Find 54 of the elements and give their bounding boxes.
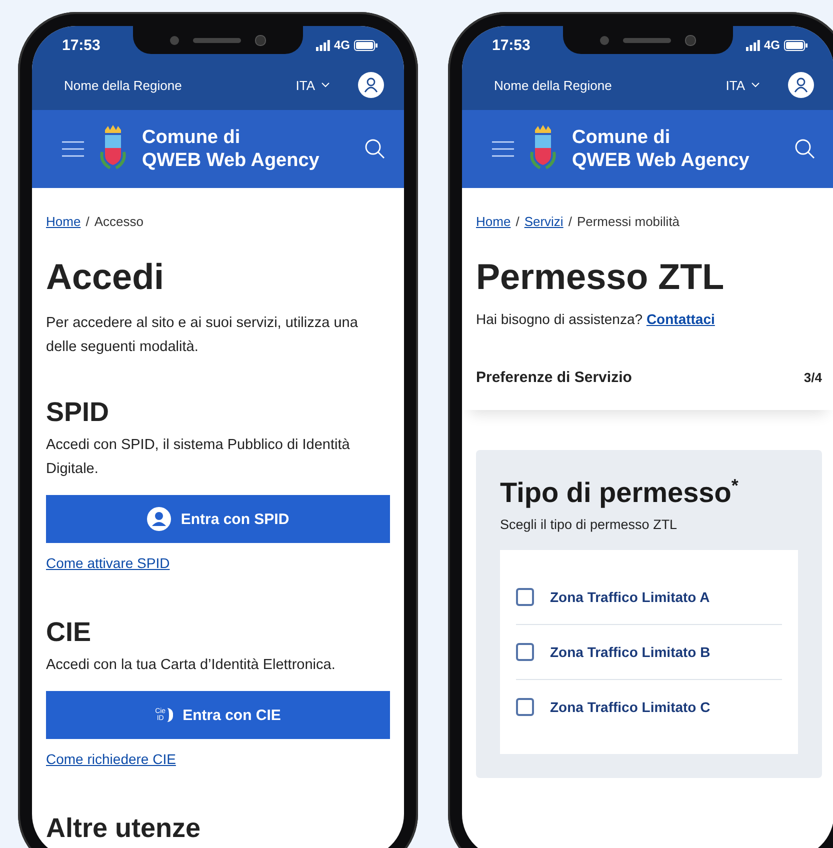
help-link[interactable]: Come richiedere CIE [46,751,176,767]
login-button[interactable]: Entra con SPID [46,495,390,543]
breadcrumb-separator: / [568,214,572,229]
zone-checkbox-option[interactable]: Zona Traffico Limitato A [516,570,782,624]
step-label: Preferenze di Servizio [476,369,632,386]
breadcrumb-link[interactable]: Home [46,214,81,229]
signal-icon [746,40,760,50]
chevron-down-icon [321,82,330,88]
checkbox[interactable] [516,643,534,662]
breadcrumb-link[interactable]: Servizi [524,214,564,229]
breadcrumb-link[interactable]: Home [476,214,511,229]
paragraph-text: Accedi con la tua Carta d’Identità Elettronica. [46,656,336,675]
status-time: 17:53 [492,36,530,54]
breadcrumb-separator: / [516,214,520,229]
network-label: 4G [764,38,780,52]
zone-checkbox-option[interactable]: Zona Traffico Limitato B [516,624,782,680]
section-heading: Altre utenze [46,812,202,845]
paragraph-text: Per accedere al sito e ai suoi servizi, utilizza una delle seguenti modalità. [46,314,359,357]
panel-subtitle: Scegli il tipo di permesso ZTL [500,517,678,532]
user-avatar-icon[interactable] [788,72,814,98]
region-name: Nome della Regione [494,78,613,92]
help-link[interactable]: Come attivare SPID [46,555,170,571]
chevron-down-icon [751,82,760,88]
search-icon[interactable] [364,138,386,160]
contact-link[interactable]: Contattaci [646,311,715,327]
user-icon [146,507,171,531]
page-title: Permesso ZTL [476,255,726,299]
site-title: Comune di QWEB Web Agency [572,126,750,172]
step-counter: 3/4 [804,370,822,385]
assistance-text: Hai bisogno di assistenza? Contattaci [476,311,716,327]
site-title: Comune di QWEB Web Agency [142,126,320,172]
panel-title: Tipo di permesso$^{*}$ [500,476,740,510]
user-avatar-icon[interactable] [358,72,384,98]
breadcrumb-current: Accesso [94,214,144,229]
region-name: Nome della Regione [64,78,183,92]
section-heading: SPID [46,396,110,429]
search-icon[interactable] [794,138,816,160]
menu-icon[interactable] [492,141,514,157]
checkbox[interactable] [516,698,534,716]
battery-icon [354,40,378,50]
zone-checkbox-option[interactable]: Zona Traffico Limitato C [516,679,782,734]
language-selector[interactable]: ITA [726,78,760,92]
status-time: 17:53 [62,36,100,54]
breadcrumb-current: Permessi mobilità [576,214,680,229]
language-selector[interactable]: ITA [296,78,330,92]
section-heading: CIE [46,616,92,649]
signal-icon [316,40,330,50]
page-title: Accedi [46,255,166,299]
checkbox[interactable] [516,588,534,606]
battery-icon [784,40,808,50]
breadcrumb-separator: / [86,214,90,229]
menu-icon[interactable] [62,141,84,157]
paragraph-text: Accedi con SPID, il sistema Pubblico di Identità Digitale. [46,436,351,479]
network-label: 4G [334,38,350,52]
